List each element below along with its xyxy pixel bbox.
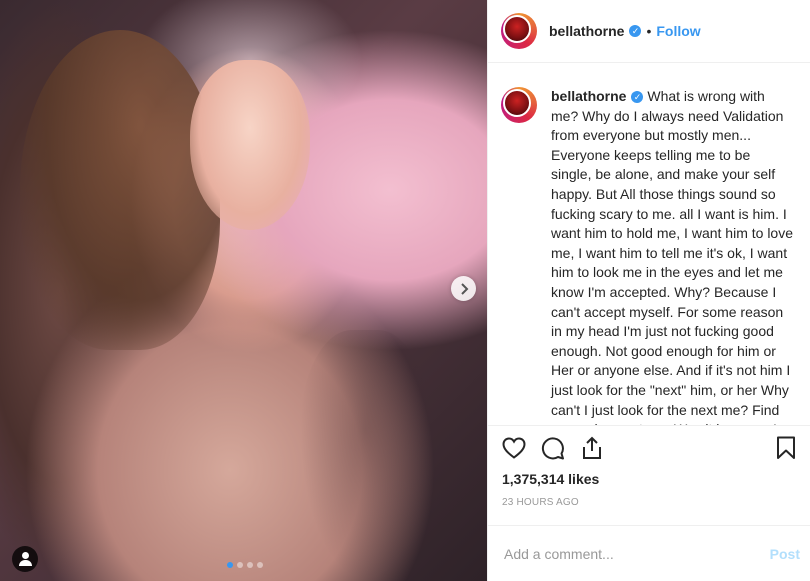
like-count[interactable]: 1,375,314 likes <box>488 470 810 493</box>
carousel-dot-active <box>227 562 233 568</box>
verified-badge-icon: ✓ <box>629 25 642 37</box>
post-photo[interactable] <box>0 0 487 581</box>
carousel-dot <box>237 562 243 568</box>
photo-region-tattoo <box>300 330 430 580</box>
add-comment-bar: Post <box>488 525 810 581</box>
chevron-right-icon[interactable] <box>451 276 476 301</box>
carousel-dot <box>257 562 263 568</box>
heart-icon[interactable] <box>502 436 526 460</box>
photo-region-face <box>190 60 310 230</box>
speech-bubble-icon[interactable] <box>541 436 565 460</box>
instagram-post: bellathorne ✓ • Follow bellathorne ✓ What… <box>0 0 810 581</box>
carousel-dot <box>247 562 253 568</box>
post-sidebar: bellathorne ✓ • Follow bellathorne ✓ What… <box>487 0 810 581</box>
comment-input[interactable] <box>502 544 770 563</box>
share-icon[interactable] <box>580 436 604 460</box>
header-separator: • <box>646 23 652 39</box>
header-username[interactable]: bellathorne <box>549 23 624 39</box>
caption-username[interactable]: bellathorne <box>551 88 626 104</box>
bookmark-icon[interactable] <box>774 436 798 460</box>
user-tag-icon[interactable] <box>12 546 38 572</box>
carousel-indicator <box>227 562 263 568</box>
comments-section[interactable]: bellathorne ✓ What is wrong with me? Why … <box>488 63 810 425</box>
avatar[interactable] <box>501 87 537 123</box>
post-timestamp[interactable]: 23 HOURS AGO <box>488 493 810 525</box>
avatar[interactable] <box>501 13 537 49</box>
verified-badge-icon: ✓ <box>631 91 644 104</box>
photo-region-hair <box>20 30 220 350</box>
caption: bellathorne ✓ What is wrong with me? Why … <box>501 87 794 425</box>
action-bar <box>488 425 810 470</box>
post-header: bellathorne ✓ • Follow <box>488 0 810 63</box>
follow-button[interactable]: Follow <box>656 23 700 39</box>
caption-body: What is wrong with me? Why do I always n… <box>551 88 793 425</box>
caption-text: bellathorne ✓ What is wrong with me? Why … <box>551 87 794 425</box>
post-comment-button[interactable]: Post <box>770 546 800 562</box>
